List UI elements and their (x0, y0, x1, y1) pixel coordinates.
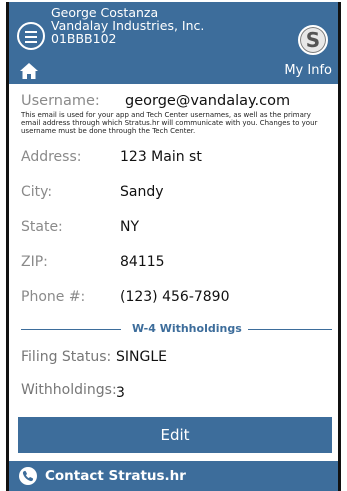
w4-section-divider: W-4 Withholdings (9, 319, 338, 341)
contact-label: Contact Stratus.hr (45, 468, 186, 484)
phone-row: Phone #: (123) 456-7890 (9, 280, 338, 315)
page-title: My Info (284, 63, 332, 78)
home-icon[interactable] (19, 62, 39, 80)
withholdings-value: 3 (116, 385, 125, 401)
zip-label: ZIP: (21, 254, 48, 270)
username-value: george@vandalay.com (125, 93, 291, 109)
w4-section-title: W-4 Withholdings (132, 322, 242, 335)
filing-status-value: SINGLE (116, 349, 167, 365)
phone-icon (19, 467, 37, 485)
address-row: Address: 123 Main st (9, 140, 338, 175)
filing-status-row: Filing Status: SINGLE (9, 341, 338, 374)
menu-icon[interactable] (17, 22, 45, 50)
state-row: State: NY (9, 210, 338, 245)
app-header: George Costanza Vandalay Industries, Inc… (9, 2, 338, 59)
city-value: Sandy (120, 184, 164, 200)
profile-content: Username: george@vandalay.com This email… (9, 84, 338, 407)
state-label: State: (21, 219, 63, 235)
divider-line-right (248, 329, 332, 330)
withholdings-row: Withholdings: 3 (9, 374, 338, 407)
employee-id: 01BBB102 (51, 31, 117, 46)
username-note: This email is used for your app and Tech… (21, 111, 318, 135)
app-frame: George Costanza Vandalay Industries, Inc… (6, 2, 341, 491)
zip-value: 84115 (120, 254, 165, 270)
city-label: City: (21, 184, 53, 200)
stratus-logo-icon: S (298, 25, 328, 55)
edit-button[interactable]: Edit (18, 417, 332, 453)
address-label: Address: (21, 149, 82, 165)
state-value: NY (120, 219, 140, 235)
username-row: Username: george@vandalay.com (9, 84, 338, 111)
phone-label: Phone #: (21, 289, 86, 305)
user-info: George Costanza Vandalay Industries, Inc… (51, 6, 291, 45)
phone-value: (123) 456-7890 (120, 289, 230, 305)
address-value: 123 Main st (120, 149, 202, 165)
city-row: City: Sandy (9, 175, 338, 210)
nav-bar: My Info (9, 59, 338, 84)
filing-status-label: Filing Status: (21, 349, 112, 365)
zip-row: ZIP: 84115 (9, 245, 338, 280)
withholdings-label: Withholdings: (21, 382, 117, 398)
contact-bar[interactable]: Contact Stratus.hr (9, 461, 338, 491)
divider-line-left (21, 329, 121, 330)
username-label: Username: (21, 93, 100, 109)
